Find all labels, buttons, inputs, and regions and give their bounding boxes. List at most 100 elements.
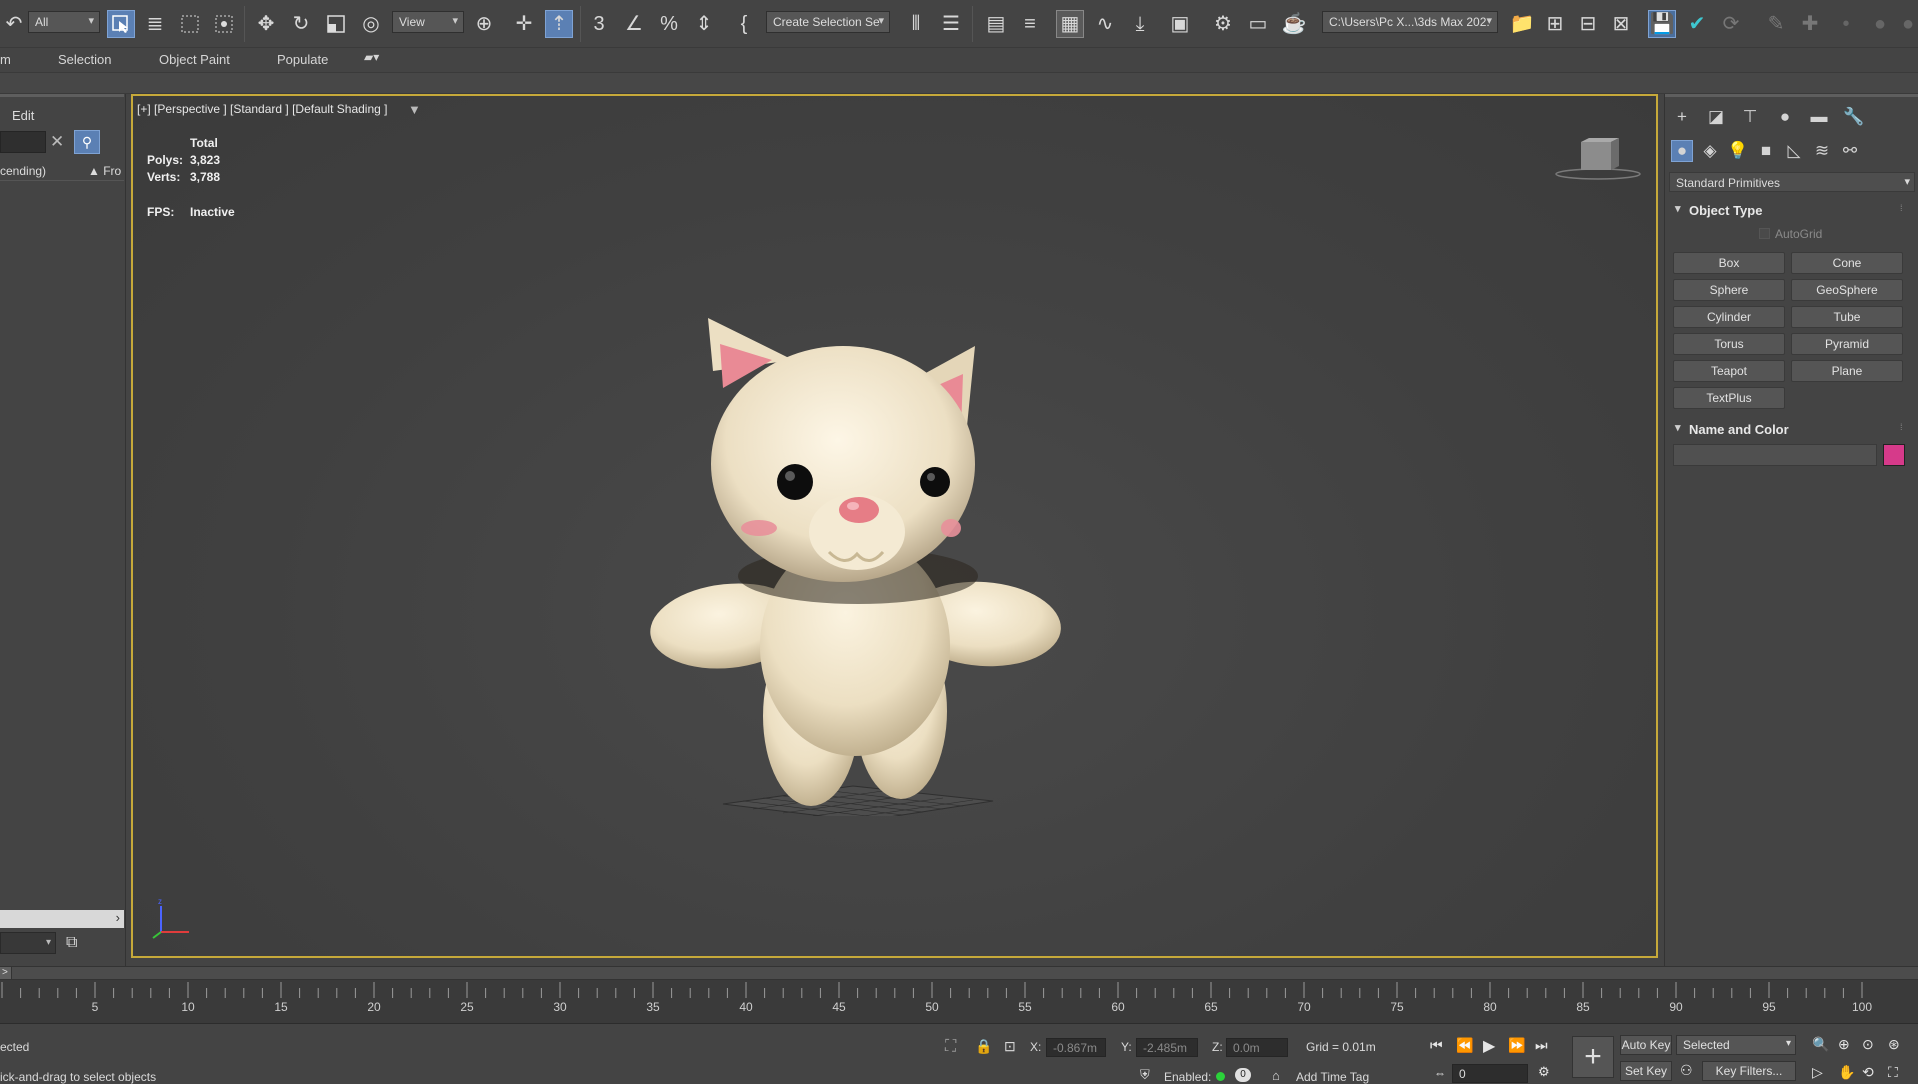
chevron-down-icon[interactable]: ▾ (46, 937, 51, 948)
autogrid-checkbox[interactable] (1759, 228, 1770, 239)
toggle-ribbon-icon[interactable]: ▦ (1056, 10, 1084, 38)
sync-icon[interactable]: ⟳ (1717, 10, 1745, 38)
scene-explorer-icon[interactable]: ▤ (982, 10, 1010, 38)
align-icon[interactable]: ☰ (937, 10, 965, 38)
previous-frame-icon[interactable]: ⏪ (1456, 1037, 1473, 1054)
select-object-icon[interactable] (107, 10, 135, 38)
render-production-icon[interactable]: ☕ (1280, 10, 1308, 38)
viewport-filter-icon[interactable]: ▼ (408, 102, 421, 117)
shapes-icon[interactable]: ◈ (1699, 140, 1721, 162)
space-warps-icon[interactable]: ≋ (1811, 140, 1833, 162)
chevron-right-icon[interactable]: › (116, 910, 120, 925)
absolute-mode-icon[interactable]: ⊡ (1004, 1038, 1016, 1055)
sort-column-header[interactable]: cending) (0, 164, 46, 178)
selection-filter-dropdown[interactable]: All (28, 11, 100, 33)
time-slider-handle[interactable]: > (0, 967, 12, 979)
mirror-icon[interactable]: ⫴ (902, 10, 930, 38)
object-type-rollout[interactable]: Object Type (1671, 200, 1911, 222)
zoom-extents-all-icon[interactable]: ⊛ (1888, 1036, 1900, 1053)
rendered-frame-window-icon[interactable]: ▭ (1244, 10, 1272, 38)
tab-modeling[interactable]: m (0, 52, 11, 67)
pin-icon[interactable]: ✚ (1796, 10, 1824, 38)
zoom-extents-icon[interactable]: ⊙ (1862, 1036, 1874, 1053)
project-settings-icon[interactable]: ⊟ (1574, 10, 1602, 38)
time-slider[interactable]: > (0, 966, 1918, 980)
geometry-icon[interactable]: ● (1671, 140, 1693, 162)
sphere-button[interactable]: Sphere (1673, 279, 1785, 301)
select-by-name-icon[interactable]: ≣ (141, 10, 169, 38)
cone-button[interactable]: Cone (1791, 252, 1903, 274)
object-name-input[interactable] (1673, 444, 1877, 466)
lights-icon[interactable]: 💡 (1727, 140, 1749, 162)
project-folder-dropdown[interactable]: C:\Users\Pc X...\3ds Max 202: (1322, 11, 1498, 33)
lock-icon[interactable]: 🔒 (975, 1038, 992, 1055)
key-filters-button[interactable]: Key Filters... (1702, 1061, 1796, 1081)
y-coordinate-field[interactable]: -2.485m (1136, 1038, 1198, 1057)
close-icon[interactable]: ✕ (50, 132, 64, 152)
edit-named-selection-icon[interactable]: { (730, 10, 758, 38)
key-filter-icon[interactable]: ⚇ (1680, 1062, 1693, 1079)
project-tree-icon[interactable]: ⊞ (1541, 10, 1569, 38)
plane-button[interactable]: Plane (1791, 360, 1903, 382)
set-key-button[interactable]: Set Key (1620, 1061, 1672, 1081)
go-to-end-icon[interactable]: ⏭ (1535, 1037, 1548, 1054)
modify-tab-icon[interactable]: ◪ (1705, 106, 1727, 128)
orbit-icon[interactable]: ⟲ (1862, 1064, 1874, 1081)
tab-object-paint[interactable]: Object Paint (159, 52, 230, 67)
spinner-snap-icon[interactable]: ⇕ (690, 10, 718, 38)
primitive-category-dropdown[interactable]: Standard Primitives ▾ (1669, 172, 1915, 192)
scale-icon[interactable] (322, 10, 350, 38)
pyramid-button[interactable]: Pyramid (1791, 333, 1903, 355)
pan-icon[interactable]: ✋ (1838, 1064, 1855, 1081)
field-of-view-icon[interactable]: ▷ (1812, 1064, 1823, 1081)
viewport-label[interactable]: [+] [Perspective ] [Standard ] [Default … (137, 102, 387, 116)
project-save-icon[interactable]: ⊠ (1607, 10, 1635, 38)
percent-snap-icon[interactable]: % (655, 10, 683, 38)
key-mode-toggle-icon[interactable]: ⇔ (1434, 1066, 1446, 1080)
move-icon[interactable]: ✥ (252, 10, 280, 38)
cylinder-button[interactable]: Cylinder (1673, 306, 1785, 328)
window-crossing-icon[interactable] (210, 10, 238, 38)
motion-tab-icon[interactable]: ● (1774, 106, 1796, 128)
teapot-button[interactable]: Teapot (1673, 360, 1785, 382)
tab-populate[interactable]: Populate (277, 52, 328, 67)
save-icon[interactable]: 💾 (1648, 10, 1676, 38)
key-mode-dropdown[interactable]: Selected ▾ (1676, 1035, 1796, 1055)
layers-icon[interactable]: ⧉ (66, 934, 77, 952)
dot-icon[interactable]: • (1832, 10, 1860, 38)
trackbar[interactable]: 5 10 15 20 25 30 35 40 45 50 55 60 65 70 75 80 85 90 95 100 (0, 980, 1918, 1024)
object-color-swatch[interactable] (1883, 444, 1905, 466)
set-keys-icon[interactable]: + (1572, 1036, 1614, 1078)
keyboard-shortcut-toggle-icon[interactable]: ⇡ (545, 10, 573, 38)
maximize-viewport-icon[interactable]: ⛶ (1888, 1064, 1898, 1081)
auto-key-button[interactable]: Auto Key (1620, 1035, 1672, 1055)
snaps-toggle-icon[interactable]: 3 (585, 10, 613, 38)
layer-explorer-icon[interactable]: ≡ (1016, 10, 1044, 38)
add-time-tag[interactable]: Add Time Tag (1296, 1070, 1369, 1084)
scene-explorer-search-input[interactable] (0, 131, 46, 153)
ribbon-options-icon[interactable]: ▰▾ (364, 50, 379, 64)
box-button[interactable]: Box (1673, 252, 1785, 274)
next-frame-icon[interactable]: ⏩ (1508, 1037, 1525, 1054)
cameras-icon[interactable]: ■ (1755, 140, 1777, 162)
perspective-viewport[interactable]: [+] [Perspective ] [Standard ] [Default … (131, 94, 1658, 958)
check-icon[interactable]: ✔ (1683, 10, 1711, 38)
circle-icon[interactable]: ● (1866, 10, 1894, 38)
material-editor-icon[interactable]: ▣ (1166, 10, 1194, 38)
z-coordinate-field[interactable]: 0.0m (1226, 1038, 1288, 1057)
curve-editor-icon[interactable]: ∿ (1091, 10, 1119, 38)
place-icon[interactable]: ◎ (357, 10, 385, 38)
dot-icon-2[interactable]: ● (1894, 10, 1918, 38)
zoom-icon[interactable]: 🔍 (1812, 1036, 1829, 1053)
viewcube-icon[interactable] (1553, 136, 1643, 182)
brush-icon[interactable]: ✎ (1762, 10, 1790, 38)
schematic-view-icon[interactable]: ⤓ (1126, 10, 1154, 38)
rectangular-selection-icon[interactable] (176, 10, 204, 38)
pivot-center-icon[interactable]: ⊕ (470, 10, 498, 38)
systems-icon[interactable]: ⚯ (1839, 140, 1861, 162)
scene-explorer-scrollbar[interactable]: › (0, 910, 124, 928)
geosphere-button[interactable]: GeoSphere (1791, 279, 1903, 301)
angle-snap-icon[interactable]: ∠ (620, 10, 648, 38)
rotate-icon[interactable]: ↻ (287, 10, 315, 38)
reference-coordinate-dropdown[interactable]: View (392, 11, 464, 33)
